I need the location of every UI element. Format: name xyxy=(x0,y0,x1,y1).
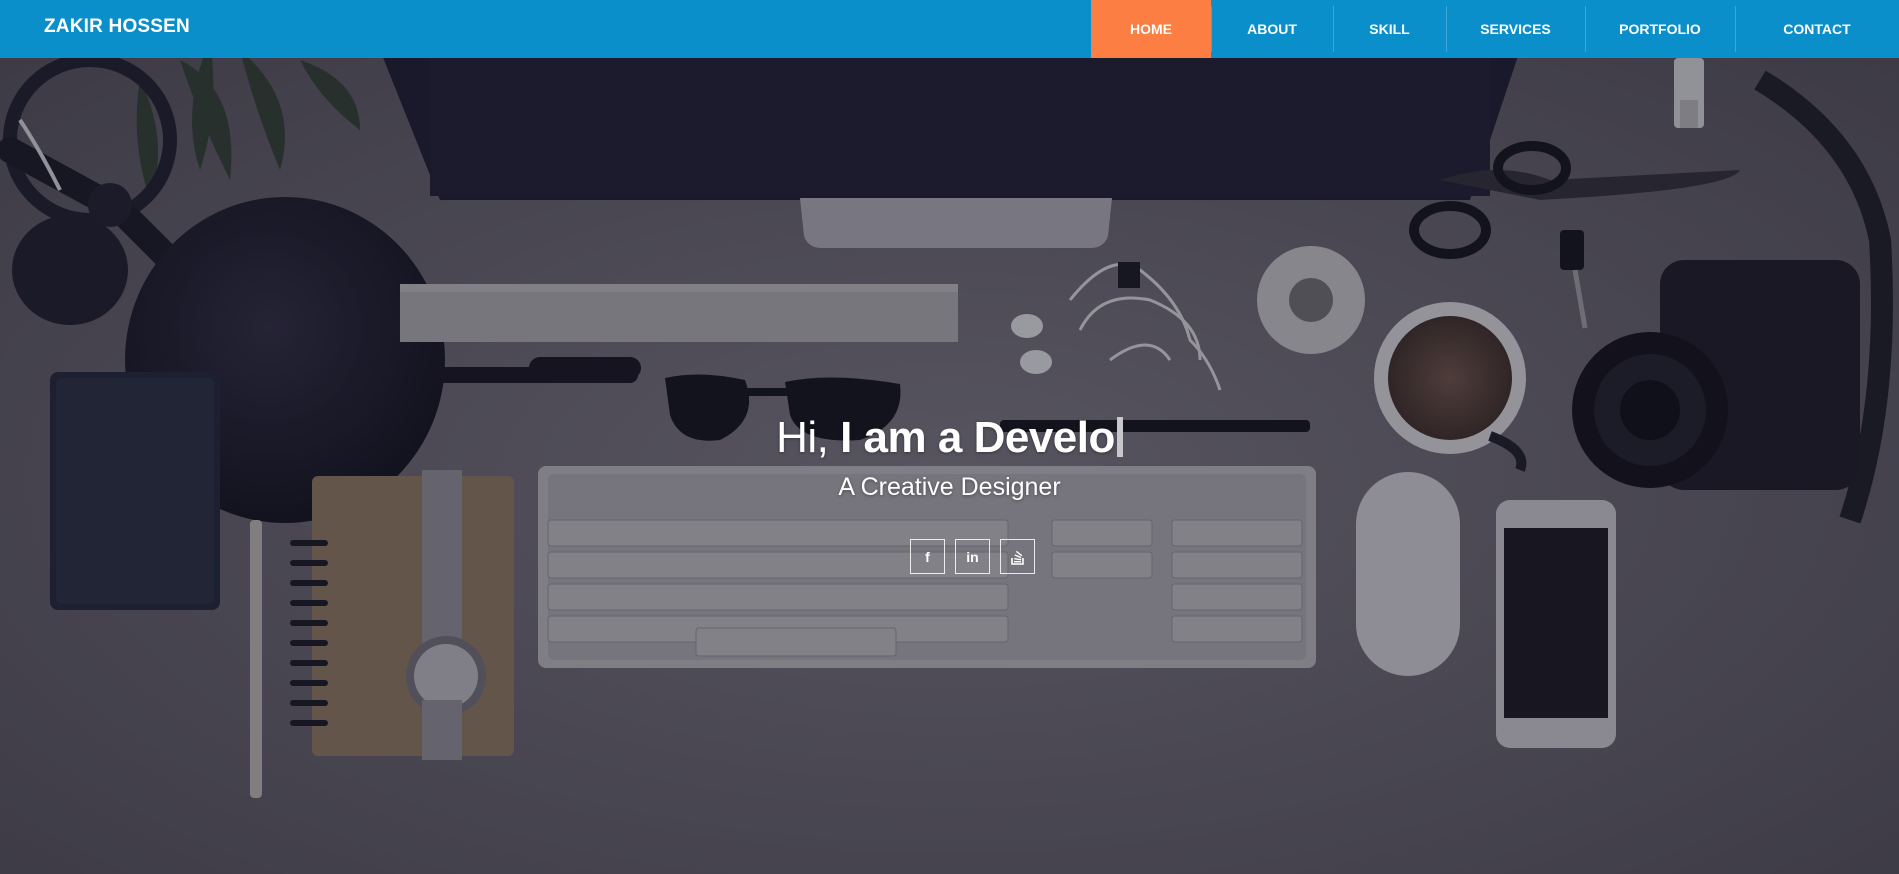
hero-subtitle: A Creative Designer xyxy=(838,473,1061,501)
nav-item-contact[interactable]: CONTACT xyxy=(1735,0,1899,58)
stack-overflow-icon xyxy=(1010,550,1024,565)
facebook-icon: f xyxy=(925,548,930,565)
social-links: f in xyxy=(0,539,1899,574)
hero-content: Hi, I am a Develo A Creative Designer f … xyxy=(0,405,1899,574)
nav-item-portfolio[interactable]: PORTFOLIO xyxy=(1585,0,1735,58)
nav-item-home[interactable]: HOME xyxy=(1091,0,1211,58)
nav-item-skill[interactable]: SKILL xyxy=(1333,0,1446,58)
nav-item-about[interactable]: ABOUT xyxy=(1211,0,1333,58)
typing-cursor xyxy=(1116,417,1123,457)
navbar: ZAKIR HOSSEN HOME ABOUT SKILL SERVICES P… xyxy=(0,0,1899,58)
hero-typed-text: I am a Develo xyxy=(840,413,1115,462)
hero-greeting: Hi, xyxy=(776,413,841,462)
linkedin-icon: in xyxy=(966,548,979,565)
facebook-link[interactable]: f xyxy=(910,539,945,574)
hero-headline: Hi, I am a Develo xyxy=(0,405,1899,471)
nav-item-services[interactable]: SERVICES xyxy=(1446,0,1585,58)
nav-menu: HOME ABOUT SKILL SERVICES PORTFOLIO CONT… xyxy=(1091,0,1899,58)
brand-logo[interactable]: ZAKIR HOSSEN xyxy=(44,16,190,38)
linkedin-link[interactable]: in xyxy=(955,539,990,574)
stack-overflow-link[interactable] xyxy=(1000,539,1035,574)
